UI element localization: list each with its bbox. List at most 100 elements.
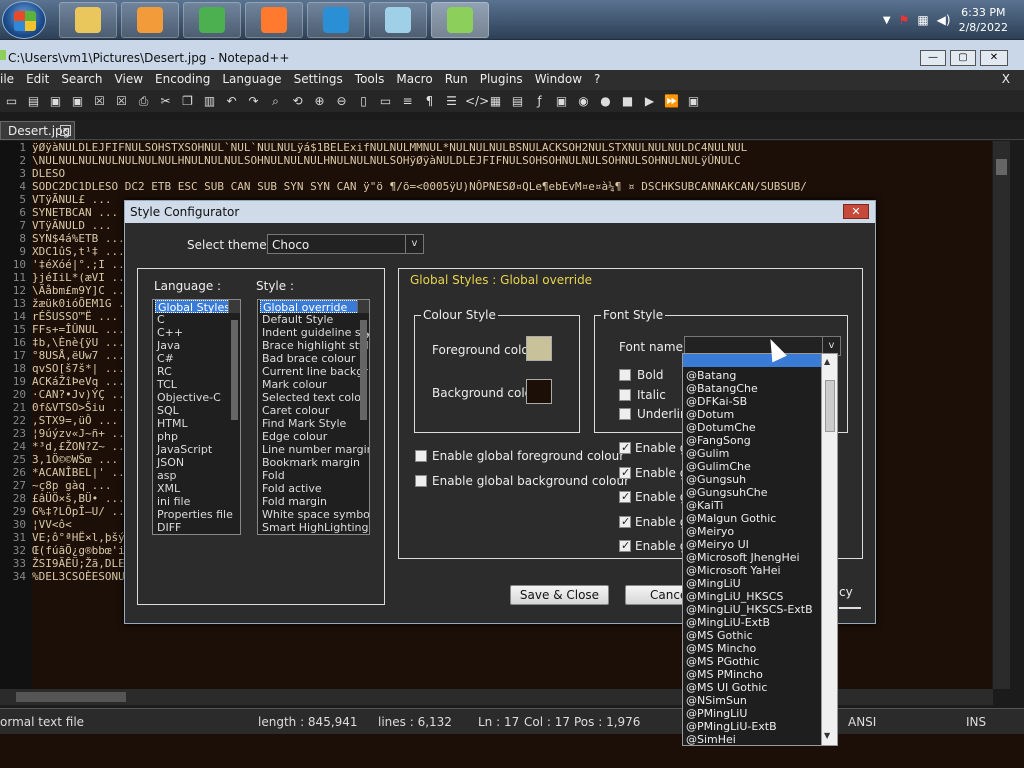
tab-close-icon[interactable]: ✕ [60, 125, 71, 136]
style-list-item[interactable]: Bad brace colour [260, 352, 369, 365]
font-option[interactable]: @BatangChe [683, 382, 837, 395]
foreground-colour-swatch[interactable] [526, 336, 552, 361]
language-list-item[interactable]: asp [155, 469, 240, 482]
menu-macro[interactable]: Macro [390, 70, 438, 90]
menu-search[interactable]: Search [55, 70, 108, 90]
font-option[interactable]: @KaiTi [683, 499, 837, 512]
language-list-item[interactable]: Java [155, 339, 240, 352]
editor-line[interactable]: SODC2DC1DLESO DC2 ETB ESC SUB CAN SUB SY… [32, 180, 992, 193]
style-list-item[interactable]: Fold [260, 469, 369, 482]
zoom-in-icon[interactable]: ⊕ [311, 94, 328, 109]
enable-global-checkbox[interactable] [619, 539, 631, 552]
language-list-item[interactable]: JavaScript [155, 443, 240, 456]
zoom-out-icon[interactable]: ⊖ [333, 94, 350, 109]
font-option[interactable]: @MingLiU_HKSCS-ExtB [683, 603, 837, 616]
style-list-item[interactable]: Mark colour [260, 378, 369, 391]
close-window-button[interactable]: ✕ [980, 50, 1008, 66]
taskbar-chrome[interactable] [183, 2, 241, 38]
copy-icon[interactable]: ❐ [179, 94, 196, 109]
taskbar-firefox[interactable] [245, 2, 303, 38]
style-list-item[interactable]: Smart HighLighting [260, 521, 369, 534]
style-list-item[interactable]: Global override [260, 300, 369, 314]
close-all-icon[interactable]: ☒ [113, 94, 130, 109]
menu-encoding[interactable]: Encoding [149, 70, 216, 90]
font-option[interactable]: @Gulim [683, 447, 837, 460]
clock[interactable]: 6:33 PM 2/8/2022 [959, 5, 1008, 35]
document-map-icon[interactable]: ▦ [487, 94, 504, 109]
style-list-item[interactable]: Brace highlight style [260, 339, 369, 352]
menu-language[interactable]: Language [216, 70, 287, 90]
horizontal-scrollbar[interactable] [0, 689, 993, 705]
font-option[interactable]: @MS PMincho [683, 668, 837, 681]
close-icon[interactable]: ☒ [91, 94, 108, 109]
font-option[interactable]: @Meiryo UI [683, 538, 837, 551]
font-option[interactable]: @MS Mincho [683, 642, 837, 655]
find-icon[interactable]: ⌕ [267, 94, 284, 109]
chevron-down-icon[interactable]: v [405, 235, 423, 253]
font-option[interactable]: @GungsuhChe [683, 486, 837, 499]
taskbar-notepad-plus-plus[interactable] [431, 2, 489, 38]
language-list-item[interactable]: Objective-C [155, 391, 240, 404]
hscroll-thumb[interactable] [16, 692, 126, 702]
editor-line[interactable]: \NULNULNULNULNULNULNULHNULNULNULSOHNULNU… [32, 154, 992, 167]
style-list-item[interactable]: Default Style [260, 313, 369, 326]
menu-run[interactable]: Run [439, 70, 474, 90]
font-option[interactable]: @MS Gothic [683, 629, 837, 642]
enable-global-checkbox[interactable] [619, 441, 631, 454]
font-option[interactable]: @PMingLiU-ExtB [683, 720, 837, 733]
new-file-icon[interactable]: ▭ [3, 94, 20, 109]
vertical-scrollbar[interactable] [993, 141, 1010, 689]
language-list-item[interactable]: HTML [155, 417, 240, 430]
bold-checkbox[interactable] [619, 369, 631, 381]
style-list-item[interactable]: Fold active [260, 482, 369, 495]
sync-vertical-icon[interactable]: ▯ [355, 94, 372, 109]
cut-icon[interactable]: ✂ [157, 94, 174, 109]
font-option[interactable]: @MS PGothic [683, 655, 837, 668]
style-list-item[interactable]: Bookmark margin [260, 456, 369, 469]
theme-select[interactable]: Choco v [267, 234, 424, 254]
show-all-chars-icon[interactable]: ¶ [421, 94, 438, 109]
language-list[interactable]: Global Styles C C++ Java C# RC TCL Objective-C S… [152, 299, 241, 535]
language-list-item[interactable]: RC [155, 365, 240, 378]
taskbar-notepad[interactable] [369, 2, 427, 38]
style-list-item[interactable]: Current line backgr [260, 365, 369, 378]
document-list-icon[interactable]: ▤ [509, 94, 526, 109]
word-wrap-icon[interactable]: ≡ [399, 94, 416, 109]
language-list-item[interactable]: php [155, 430, 240, 443]
style-list-item[interactable]: Find Mark Style [260, 417, 369, 430]
font-option[interactable]: @SimHei [683, 733, 837, 746]
show-hidden-icons-icon[interactable]: ▼ [883, 15, 891, 26]
editor-line[interactable]: DLESO [32, 167, 992, 180]
style-list-scrollbar[interactable] [357, 300, 369, 420]
menu-settings[interactable]: Settings [288, 70, 349, 90]
font-option[interactable]: @MingLiU_HKSCS [683, 590, 837, 603]
print-icon[interactable]: ⎙ [135, 94, 152, 109]
font-option[interactable]: @Gungsuh [683, 473, 837, 486]
style-list-item[interactable]: White space symbo [260, 508, 369, 521]
font-option[interactable]: @Microsoft YaHei [683, 564, 837, 577]
scroll-up-icon[interactable]: ▲ [824, 357, 830, 366]
minimize-button[interactable]: — [920, 50, 946, 66]
enable-global-checkbox[interactable] [619, 490, 631, 503]
font-option[interactable]: @Meiryo [683, 525, 837, 538]
open-file-icon[interactable]: ▤ [25, 94, 42, 109]
font-option[interactable]: @GulimChe [683, 460, 837, 473]
font-option[interactable]: @Microsoft JhengHei [683, 551, 837, 564]
undo-icon[interactable]: ↶ [223, 94, 240, 109]
scroll-down-icon[interactable]: ▼ [824, 731, 830, 740]
font-option[interactable]: @NSimSun [683, 694, 837, 707]
style-list-item[interactable]: Indent guideline sty [260, 326, 369, 339]
font-option[interactable]: @MS UI Gothic [683, 681, 837, 694]
style-list-item[interactable]: Fold margin [260, 495, 369, 508]
language-list-item[interactable]: JSON [155, 456, 240, 469]
transparency-slider[interactable] [839, 607, 861, 609]
style-list-item[interactable]: Caret colour [260, 404, 369, 417]
background-colour-swatch[interactable] [526, 379, 552, 404]
editor-line[interactable]: ÿØÿàNULDLEJFIFNULSOHSTXSOHNUL`NUL`NULNUL… [32, 141, 992, 154]
language-list-item[interactable]: C# [155, 352, 240, 365]
language-list-scrollbar[interactable] [228, 300, 240, 420]
replace-icon[interactable]: ⟲ [289, 94, 306, 109]
dropdown-highlighted-blank[interactable] [683, 354, 837, 367]
enable-global-fg-checkbox[interactable] [415, 450, 427, 462]
font-option[interactable]: @MingLiU [683, 577, 837, 590]
